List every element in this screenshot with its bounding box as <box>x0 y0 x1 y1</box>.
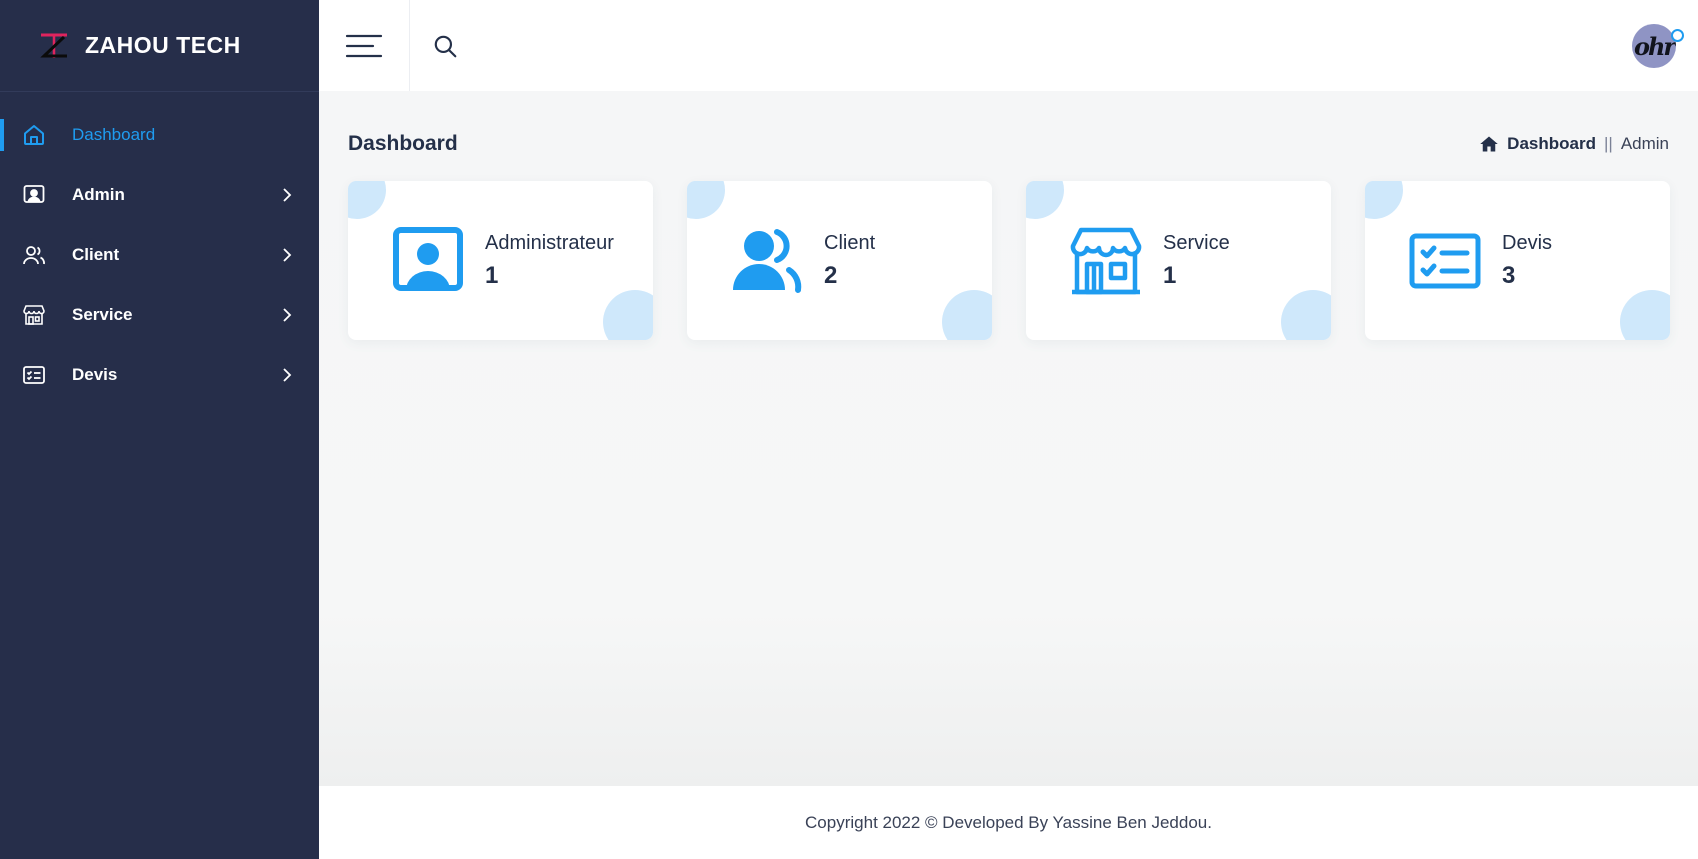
footer-copyright: Copyright 2022 © Developed By Yassine Be… <box>805 812 1212 832</box>
users-icon <box>22 243 46 267</box>
chevron-right-icon <box>283 248 292 262</box>
card-value: 2 <box>824 261 838 289</box>
stat-card-service[interactable]: Service 1 <box>1026 181 1331 340</box>
sidebar-item-label: Service <box>72 305 133 324</box>
page-title: Dashboard <box>348 132 458 155</box>
search-button[interactable] <box>410 0 480 91</box>
chevron-right-icon <box>283 368 292 382</box>
decor-circle <box>603 290 653 340</box>
stat-cards: Administrateur 1 Client 2 Service 1 Devi… <box>348 181 1670 340</box>
decor-circle <box>942 290 992 340</box>
card-text: Client 2 <box>824 232 992 290</box>
main-content: Dashboard Dashboard || Admin Administrat… <box>319 91 1698 786</box>
zt-logo-icon <box>40 33 67 58</box>
breadcrumb-link-dashboard[interactable]: Dashboard <box>1507 134 1596 154</box>
sidebar-item-client[interactable]: Client <box>0 225 319 285</box>
card-value: 1 <box>485 261 499 289</box>
card-text: Administrateur 1 <box>485 232 653 290</box>
admin-icon <box>393 226 463 291</box>
card-label: Service <box>1163 231 1230 254</box>
search-icon <box>434 35 457 57</box>
sidebar-item-dashboard[interactable]: Dashboard <box>0 105 319 165</box>
decor-circle <box>1281 290 1331 340</box>
decor-circle <box>348 181 386 219</box>
sidebar-item-label: Admin <box>72 185 125 204</box>
store-icon <box>22 303 46 327</box>
decor-circle <box>1026 181 1064 219</box>
sidebar-nav: Dashboard Admin Client Service Devis <box>0 92 319 405</box>
menu-toggle-button[interactable] <box>319 0 410 91</box>
stat-card-client[interactable]: Client 2 <box>687 181 992 340</box>
card-label: Client <box>824 231 876 254</box>
card-value: 1 <box>1163 261 1177 289</box>
chevron-right-icon <box>283 188 292 202</box>
sidebar-item-devis[interactable]: Devis <box>0 345 319 405</box>
breadcrumb: Dashboard || Admin <box>1479 134 1669 154</box>
decor-circle <box>1365 181 1403 219</box>
store-icon <box>1070 227 1142 294</box>
sidebar-item-service[interactable]: Service <box>0 285 319 345</box>
chevron-right-icon <box>283 308 292 322</box>
card-value: 3 <box>1502 261 1516 289</box>
card-label: Devis <box>1502 231 1553 254</box>
breadcrumb-current: Admin <box>1620 134 1669 153</box>
sidebar-item-admin[interactable]: Admin <box>0 165 319 225</box>
online-status-dot <box>1671 29 1684 42</box>
admin-icon <box>22 183 46 207</box>
hamburger-icon <box>345 34 383 57</box>
checklist-icon <box>22 363 46 387</box>
breadcrumb-separator: || <box>1603 134 1613 153</box>
users-icon <box>733 228 802 293</box>
avatar[interactable]: ohr <box>1632 24 1676 68</box>
home-icon <box>22 123 46 147</box>
sidebar-item-label: Client <box>72 245 120 264</box>
sidebar: ZAHOU TECH Dashboard Admin Client Servic… <box>0 0 319 859</box>
sidebar-item-label: Devis <box>72 365 118 384</box>
top-header: ohr <box>319 0 1698 91</box>
sidebar-item-label: Dashboard <box>72 125 156 144</box>
card-text: Devis 3 <box>1502 232 1670 290</box>
brand-name: ZAHOU TECH <box>85 32 241 58</box>
card-text: Service 1 <box>1163 232 1331 290</box>
decor-circle <box>1620 290 1670 340</box>
card-label: Administrateur <box>485 231 614 254</box>
brand[interactable]: ZAHOU TECH <box>0 0 319 92</box>
home-icon <box>1480 136 1498 152</box>
stat-card-devis[interactable]: Devis 3 <box>1365 181 1670 340</box>
decor-circle <box>687 181 725 219</box>
stat-card-administrateur[interactable]: Administrateur 1 <box>348 181 653 340</box>
avatar-text: ohr <box>1633 31 1676 61</box>
checklist-icon <box>1409 233 1481 288</box>
footer: Copyright 2022 © Developed By Yassine Be… <box>319 786 1698 859</box>
